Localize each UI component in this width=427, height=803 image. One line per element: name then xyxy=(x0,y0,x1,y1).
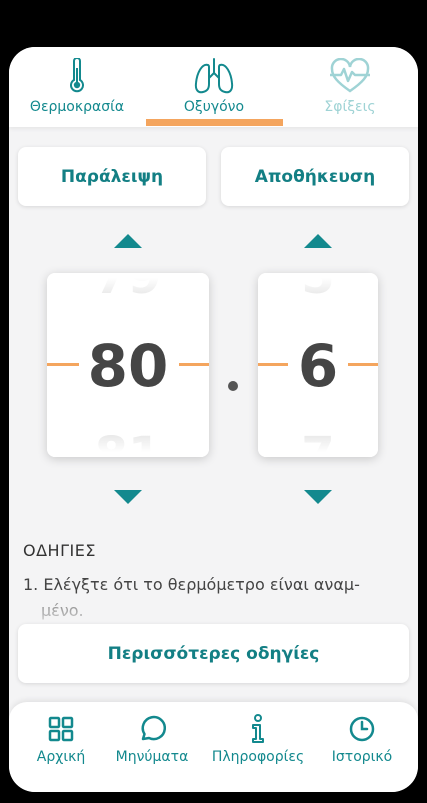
selection-marker-right xyxy=(179,363,209,366)
tab-label: Θερμοκρασία xyxy=(29,99,125,115)
tab-label: Οξυγόνο xyxy=(183,99,245,115)
heart-pulse-icon xyxy=(329,57,371,95)
active-tab-indicator xyxy=(146,119,283,126)
nav-history[interactable]: Ιστορικό xyxy=(312,714,412,765)
fade-overlay-top xyxy=(47,273,209,321)
grid-icon xyxy=(48,714,74,744)
bottom-navigation: Αρχική Μηνύματα Πληροφορίες Ιστορικό xyxy=(9,702,418,792)
nav-label: Μηνύματα xyxy=(115,749,189,765)
current-value: 6 xyxy=(297,332,339,400)
clock-icon xyxy=(348,714,376,744)
nav-label: Πληροφορίες xyxy=(211,749,305,765)
more-instructions-button[interactable]: Περισσότερες οδηγίες xyxy=(18,624,409,683)
nav-label: Αρχική xyxy=(36,749,86,765)
decimal-increment-arrow[interactable] xyxy=(304,234,332,248)
fade-overlay-top xyxy=(258,273,378,321)
save-button[interactable]: Αποθήκευση xyxy=(221,147,409,206)
current-value: 80 xyxy=(87,332,169,400)
selection-marker-left xyxy=(258,363,288,366)
fade-overlay-bottom xyxy=(258,409,378,457)
decimal-separator xyxy=(228,381,238,391)
selection-marker-left xyxy=(47,363,79,366)
tab-oxygen[interactable]: Οξυγόνο xyxy=(146,47,282,127)
tab-heart-rate[interactable]: Σφίξεις xyxy=(282,47,418,127)
skip-button[interactable]: Παράλειψη xyxy=(18,147,206,206)
integer-decrement-arrow[interactable] xyxy=(114,490,142,504)
selection-marker-right xyxy=(348,363,378,366)
nav-messages[interactable]: Μηνύματα xyxy=(102,714,202,765)
fade-overlay-bottom xyxy=(47,409,209,457)
app-screen: Θερμοκρασία Οξυγόνο Σφίξεις Παράλειψη Απ… xyxy=(9,47,418,792)
tab-label: Σφίξεις xyxy=(324,99,376,115)
measurement-tab-bar: Θερμοκρασία Οξυγόνο Σφίξεις xyxy=(9,47,418,127)
instructions-title: ΟΔΗΓΙΕΣ xyxy=(23,541,96,560)
info-icon xyxy=(248,714,268,744)
nav-home[interactable]: Αρχική xyxy=(11,714,111,765)
thermometer-icon xyxy=(67,57,87,95)
chat-bubble-icon xyxy=(138,714,166,744)
lungs-icon xyxy=(193,57,235,95)
tab-temperature[interactable]: Θερμοκρασία xyxy=(9,47,145,127)
nav-label: Ιστορικό xyxy=(331,749,393,765)
nav-info[interactable]: Πληροφορίες xyxy=(208,714,308,765)
decimal-decrement-arrow[interactable] xyxy=(304,490,332,504)
instruction-line: 1. Ελέγξτε ότι το θερμόμετρο είναι αναμ- xyxy=(23,575,360,594)
integer-increment-arrow[interactable] xyxy=(114,234,142,248)
